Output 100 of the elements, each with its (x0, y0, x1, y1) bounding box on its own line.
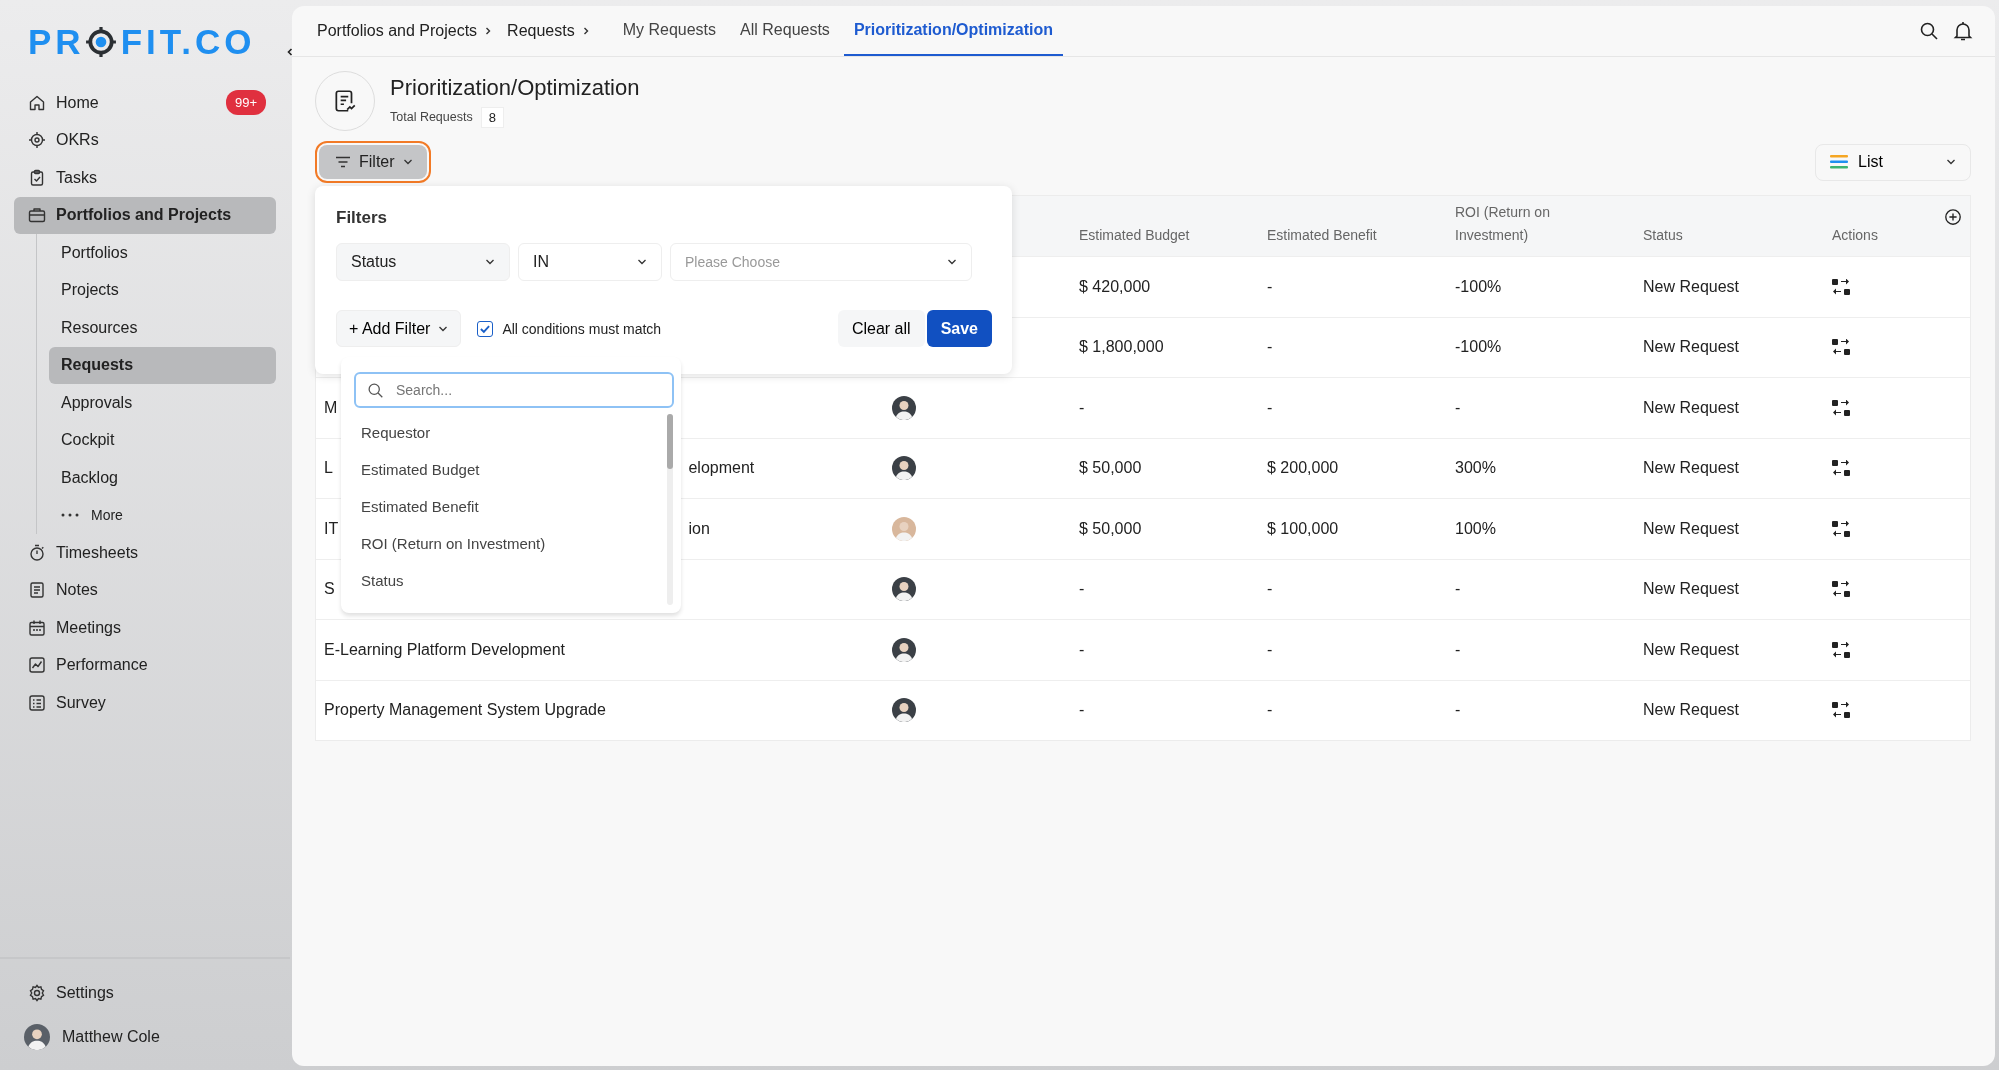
table-cell: New Request (1643, 277, 1740, 295)
search-icon[interactable] (1919, 21, 1939, 41)
table-cell: $ 50,000 (1079, 459, 1142, 477)
menu-option[interactable]: Status (361, 562, 667, 599)
nav-subitem[interactable]: Requests (49, 346, 276, 384)
table-cell: - (1267, 277, 1273, 295)
checkbox-label: All conditions must match (502, 320, 662, 337)
settings-item[interactable]: Settings (14, 974, 276, 1012)
table-cell: $ 1,800,000 (1079, 338, 1164, 356)
nav-subitem[interactable]: More (49, 496, 276, 534)
nav-item[interactable]: Notes (14, 571, 276, 609)
search-field[interactable]: Search... (354, 372, 674, 408)
list-icon (28, 693, 46, 712)
breadcrumb-link[interactable]: Requests (507, 22, 575, 40)
table-cell: - (1267, 580, 1273, 598)
caret-icon (1946, 159, 1956, 165)
table-cell: New Request (1643, 459, 1740, 477)
chart-icon (28, 656, 46, 675)
table-cell: New Request (1643, 398, 1740, 416)
caret-icon (947, 259, 957, 265)
logo: PR FIT.CO (28, 22, 256, 62)
table-cell: - (1267, 701, 1273, 719)
nav-item[interactable]: Tasks (14, 159, 276, 197)
transfer-icon[interactable] (1832, 520, 1850, 537)
caret-icon (485, 259, 495, 265)
target-icon (28, 131, 46, 150)
column-header: ROI (Return on Investment) (1455, 204, 1550, 243)
table-cell: - (1079, 640, 1085, 658)
add-filter-button[interactable]: + Add Filter (336, 310, 462, 347)
nav-subitem[interactable]: Cockpit (49, 421, 276, 459)
table-cell: - (1079, 701, 1085, 719)
scrollbar[interactable] (667, 414, 673, 605)
clipboard-icon (28, 168, 46, 187)
column-header: Actions (1832, 226, 1878, 243)
save-button[interactable]: Save (926, 310, 992, 347)
caret-icon (402, 159, 413, 165)
user-profile[interactable]: Matthew Cole (14, 1018, 276, 1056)
field-select[interactable]: Status (336, 243, 510, 281)
add-column-icon[interactable] (1944, 208, 1962, 226)
view-dropdown[interactable]: List (1815, 143, 1971, 181)
table-cell: - (1455, 640, 1461, 658)
panel-title: Filters (336, 208, 389, 228)
column-header: Status (1643, 226, 1683, 243)
checkbox[interactable] (477, 320, 494, 337)
nav-item[interactable]: Survey (14, 684, 276, 722)
transfer-icon[interactable] (1832, 278, 1850, 295)
notes-icon (28, 581, 46, 600)
chevron-icon (485, 26, 492, 36)
total-label: Total Requests (390, 110, 473, 124)
table-cell: - (1455, 398, 1461, 416)
nav-item[interactable]: Performance (14, 646, 276, 684)
nav-subitem[interactable]: Portfolios (49, 234, 276, 272)
transfer-icon[interactable] (1832, 581, 1850, 598)
menu-option[interactable]: Estimated Budget (361, 451, 667, 488)
nav-item[interactable]: Portfolios and Projects (14, 196, 276, 234)
table-cell: 300% (1455, 459, 1496, 477)
tab[interactable]: My Requests (612, 6, 727, 56)
clear-all-button[interactable]: Clear all (837, 310, 925, 347)
briefcase-icon (28, 206, 46, 225)
nav-subitem[interactable]: Projects (49, 271, 276, 309)
request-name[interactable]: ion (688, 519, 710, 537)
request-name[interactable]: E-Learning Platform Development (324, 640, 565, 658)
table-cell: $ 100,000 (1267, 519, 1339, 537)
nav-item[interactable]: Home 99+ (14, 84, 276, 122)
avatar (24, 1024, 50, 1050)
tab[interactable]: Prioritization/Optimization (843, 6, 1063, 56)
chevron-icon (582, 26, 589, 36)
transfer-icon[interactable] (1832, 702, 1850, 719)
table-cell: - (1455, 701, 1461, 719)
request-name[interactable]: elopment (688, 459, 755, 477)
caret-icon (637, 259, 647, 265)
nav-item[interactable]: OKRs (14, 121, 276, 159)
column-header: Estimated Benefit (1267, 226, 1377, 243)
request-name[interactable]: M (324, 398, 338, 416)
nav-subitem[interactable]: Resources (49, 309, 276, 347)
breadcrumb-link[interactable]: Portfolios and Projects (317, 22, 478, 40)
list-icon (1830, 155, 1848, 169)
operator-select[interactable]: IN (518, 243, 662, 281)
tab[interactable]: All Requests (730, 6, 840, 56)
nav-subitem[interactable]: Approvals (49, 384, 276, 422)
nav-subitem[interactable]: Backlog (49, 459, 276, 497)
table-cell: - (1267, 640, 1273, 658)
request-name[interactable]: S (324, 580, 335, 598)
nav-item[interactable]: Timesheets (14, 534, 276, 572)
menu-option[interactable]: Requestor (361, 414, 667, 451)
table-cell: - (1079, 398, 1085, 416)
caret-icon (438, 325, 449, 332)
table-cell: - (1455, 580, 1461, 598)
request-name[interactable]: Property Management System Upgrade (324, 701, 606, 719)
stopwatch-icon (28, 543, 46, 562)
menu-option[interactable]: ROI (Return on Investment) (361, 525, 667, 562)
nav-item[interactable]: Meetings (14, 609, 276, 647)
transfer-icon[interactable] (1832, 399, 1850, 416)
transfer-icon[interactable] (1832, 641, 1850, 658)
menu-option[interactable]: Estimated Benefit (361, 488, 667, 525)
bell-icon[interactable] (1953, 21, 1973, 41)
transfer-icon[interactable] (1832, 460, 1850, 477)
table-cell: $ 420,000 (1079, 277, 1151, 295)
transfer-icon[interactable] (1832, 339, 1850, 356)
page-title: Prioritization/Optimization (390, 74, 640, 101)
